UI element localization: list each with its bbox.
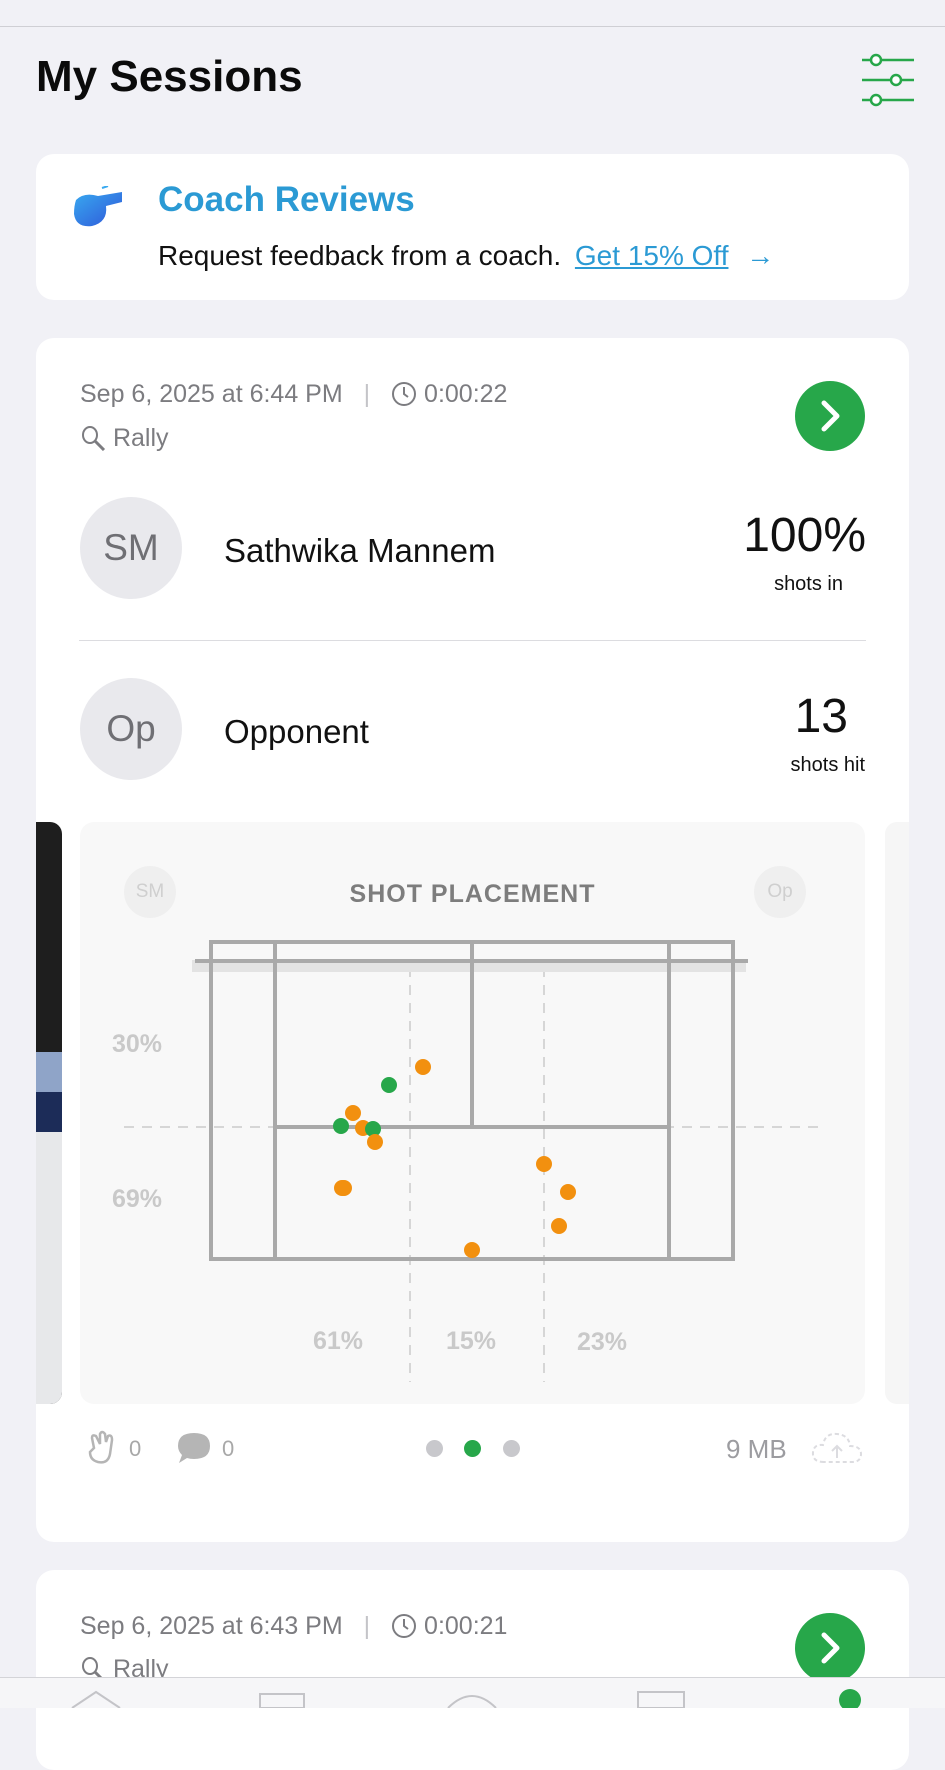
next-slide-preview[interactable]	[885, 822, 909, 1404]
clock-icon	[391, 380, 424, 408]
coach-reviews-title[interactable]: Coach Reviews	[158, 180, 415, 220]
player-badge: SM	[124, 866, 176, 918]
court-lines	[195, 940, 748, 1261]
shot-dot	[560, 1184, 576, 1200]
chart-title: SHOT PLACEMENT	[349, 880, 596, 908]
shot-dots	[333, 1059, 576, 1258]
opponent-name: Opponent	[224, 713, 369, 750]
trophy-icon	[637, 1691, 685, 1708]
arrow-right-icon[interactable]: →	[746, 240, 774, 271]
column-percent-left: 61%	[313, 1327, 364, 1355]
shot-dot	[367, 1134, 383, 1150]
page-dot-active[interactable]	[464, 1440, 481, 1457]
open-session-button[interactable]	[795, 381, 865, 451]
page-dot[interactable]	[426, 1440, 443, 1457]
racket-icon	[80, 424, 113, 452]
depth-percent-bottom: 69%	[112, 1185, 163, 1213]
shot-dot	[333, 1118, 349, 1134]
session-meta: Sep 6, 2025 at 6:43 PM | 0:00:21	[80, 1612, 507, 1641]
chevron-right-icon	[821, 400, 840, 432]
clap-count: 0	[129, 1436, 142, 1461]
shot-dot	[334, 1180, 350, 1196]
player-stat-value: 100%	[743, 509, 866, 562]
session-duration: 0:00:21	[424, 1612, 508, 1640]
session-meta: Sep 6, 2025 at 6:44 PM | 0:00:22	[80, 380, 507, 409]
cloud-upload-icon[interactable]	[810, 1428, 864, 1473]
opponent-stat-label: shots hit	[790, 754, 865, 776]
session-date: Sep 6, 2025 at 6:44 PM	[80, 380, 343, 408]
meta-divider: |	[363, 380, 371, 408]
coach-reviews-card[interactable]	[36, 154, 909, 300]
shot-dot	[536, 1156, 552, 1172]
coach-description: Request feedback from a coach.	[158, 240, 562, 271]
gift-icon	[259, 1693, 305, 1708]
clock-icon	[391, 1612, 424, 1640]
page-dot[interactable]	[503, 1440, 520, 1457]
tab-bar	[0, 1677, 945, 1708]
video-thumbnail[interactable]	[36, 822, 62, 1404]
chevron-right-icon	[821, 1632, 840, 1664]
zone-guides	[124, 967, 825, 1382]
open-session-button[interactable]	[795, 1613, 865, 1683]
session-type-label: Rally	[112, 424, 169, 452]
meta-divider: |	[363, 1612, 371, 1640]
ball-icon	[447, 1695, 497, 1708]
comment-count: 0	[222, 1436, 235, 1461]
shot-dot	[551, 1218, 567, 1234]
coach-reviews-text: Request feedback from a coach. Get 15% O…	[158, 240, 774, 272]
column-percent-middle: 15%	[446, 1327, 497, 1355]
clap-icon[interactable]	[86, 1428, 120, 1471]
opponent-badge: Op	[754, 866, 806, 918]
status-bar-divider	[0, 26, 945, 27]
session-date: Sep 6, 2025 at 6:43 PM	[80, 1612, 343, 1640]
player-name: Sathwika Mannem	[224, 532, 496, 569]
opponent-stat-value: 13	[794, 690, 848, 743]
session-duration: 0:00:22	[424, 380, 508, 408]
avatar: Op	[80, 678, 182, 780]
profile-tab-icon	[839, 1689, 861, 1708]
avatar: SM	[80, 497, 182, 599]
column-percent-right: 23%	[577, 1328, 628, 1356]
shot-dot	[381, 1077, 397, 1093]
whistle-icon	[72, 185, 124, 235]
shot-placement-chart[interactable]	[80, 822, 865, 1404]
shot-dot	[345, 1105, 361, 1121]
player-divider	[79, 640, 866, 641]
discount-link[interactable]: Get 15% Off	[575, 240, 729, 271]
home-icon	[71, 1690, 121, 1708]
comment-icon[interactable]	[175, 1430, 213, 1471]
depth-percent-top: 30%	[112, 1030, 163, 1058]
file-size: 9 MB	[726, 1434, 787, 1464]
player-stat-label: shots in	[774, 573, 843, 595]
session-type: Rally	[80, 424, 169, 453]
page-title: My Sessions	[36, 52, 303, 101]
shot-dot	[415, 1059, 431, 1075]
sliders-icon[interactable]	[860, 52, 916, 108]
shot-dot	[464, 1242, 480, 1258]
